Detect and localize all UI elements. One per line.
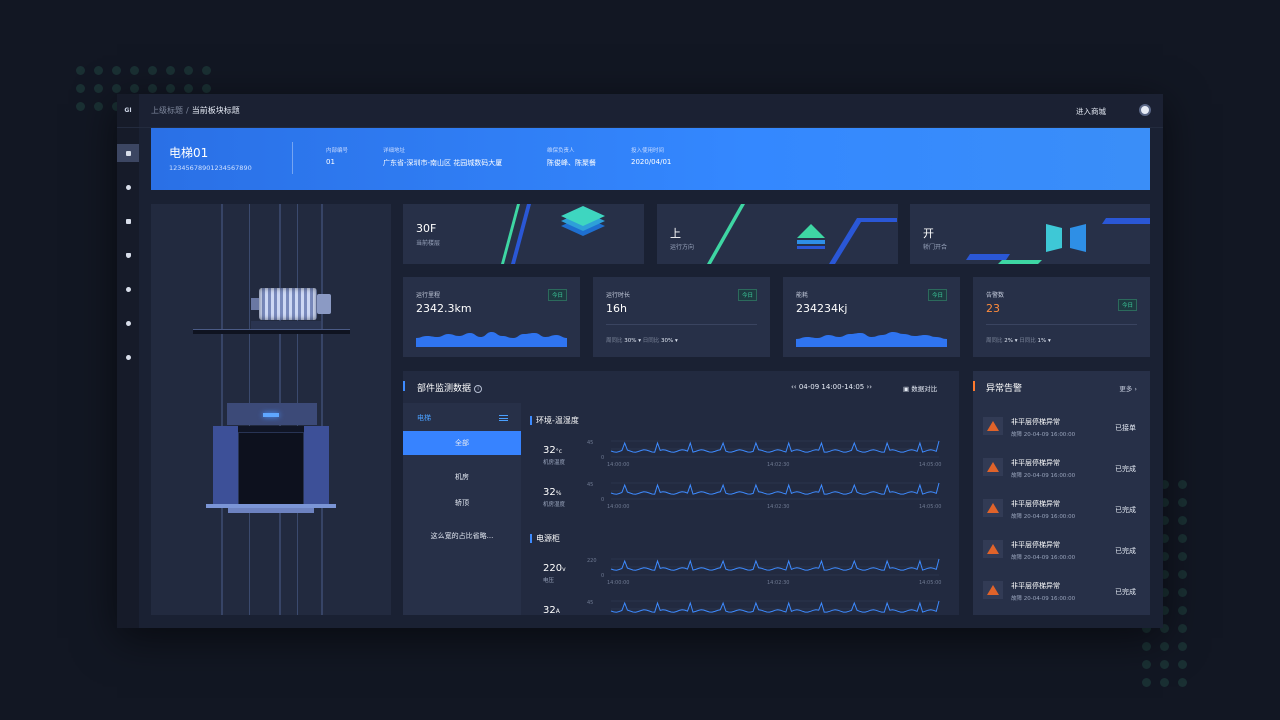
series-line	[610, 558, 940, 571]
nav-dashboard-icon[interactable]	[117, 144, 139, 162]
alarm-item[interactable]: 非平层停梯异常 故障 20-04-09 16:00:00 已完成	[973, 534, 1150, 575]
metric-voltage: 220v 电压	[543, 563, 566, 584]
metric-temperature: 32°c 机房温度	[543, 445, 566, 466]
field-maintainer: 维保负责人 陈俊峰、陈聚餐	[547, 148, 596, 167]
breadcrumb-parent[interactable]: 上级标题	[151, 106, 183, 115]
field-address: 详细地址 广东省-深圳市-南山区 花园城数码大厦	[383, 148, 503, 167]
humidity-line-chart: 45 014:00:00 14:02:30 14:05:00	[587, 482, 941, 510]
x-tick-label: 14:02:30	[767, 580, 789, 586]
warning-icon	[987, 421, 999, 431]
field-start-date: 投入使用时间 2020/04/01	[631, 148, 672, 166]
data-compare-button[interactable]: ▣ 数据对比	[903, 383, 937, 393]
nav-settings-icon[interactable]	[117, 348, 139, 366]
x-tick-label: 14:02:30	[767, 462, 789, 468]
temperature-line-chart: 45 014:00:00 14:02:30 14:05:00	[587, 440, 941, 468]
mileage-wave	[416, 332, 567, 347]
nav-user-icon[interactable]	[117, 280, 139, 298]
sidebar-item-machine-room[interactable]: 机房	[403, 472, 521, 482]
door-card: 开 轿门开合	[910, 204, 1150, 264]
breadcrumb-current: 当前板块标题	[191, 106, 240, 115]
mileage-card: 运行里程 2342.3km 今日	[403, 277, 580, 357]
direction-up-icon	[707, 204, 897, 264]
x-tick-label: 14:00:00	[607, 580, 629, 586]
current-line-chart: 450	[587, 600, 940, 613]
alarm-count-card: 告警数 23 今日 周同比 2% ▾ 日同比 1% ▾	[973, 277, 1150, 357]
y-tick-label: 45	[587, 482, 593, 488]
time-range-picker[interactable]: ‹‹ 04-09 14:00-14:05 ››	[791, 383, 872, 391]
elevator-serial: 12345678901234567890	[169, 164, 252, 172]
series-line	[610, 440, 940, 453]
alarm-item[interactable]: 非平层停梯异常 故障 20-04-09 16:00:00 已完成	[973, 493, 1150, 534]
alarm-panel-title: 异常告警	[986, 384, 1023, 394]
sidebar-item-overflow[interactable]: 这么宽的占比省略...	[403, 531, 521, 541]
x-tick-label: 14:05:00	[919, 504, 941, 510]
y-tick-label: 45	[587, 440, 593, 446]
warning-icon	[987, 585, 999, 595]
nav-document-icon[interactable]	[117, 212, 139, 230]
enter-mall-link[interactable]: 进入商城	[1076, 106, 1106, 117]
alarm-status: 已完成	[1115, 465, 1136, 473]
left-rail: GI	[117, 94, 139, 628]
x-tick-label: 14:02:30	[767, 504, 789, 510]
alarm-item[interactable]: 非平层停梯异常 故障 20-04-09 16:00:00 已完成	[973, 575, 1150, 615]
alarm-status: 已接单	[1115, 424, 1136, 432]
y-tick-label: 0	[601, 455, 604, 461]
metric-current: 32A	[543, 605, 560, 615]
nav-search-icon[interactable]	[117, 178, 139, 196]
x-tick-label: 14:00:00	[607, 504, 629, 510]
nav-shield-icon[interactable]	[117, 246, 139, 264]
door-open-icon	[966, 218, 1150, 264]
traction-motor-icon	[259, 288, 317, 320]
y-tick-label: 45	[587, 600, 593, 606]
avatar[interactable]	[1139, 104, 1151, 116]
abnormal-alarm-panel: 异常告警 更多 › 非平层停梯异常 故障 20-04-09 16:00:00 已接单…	[973, 371, 1150, 615]
y-tick-label: 220	[587, 558, 597, 564]
more-link[interactable]: 更多 ›	[1119, 383, 1137, 393]
section-title: 环境-温湿度	[530, 416, 579, 425]
floor-card: 30F 当前楼层	[403, 204, 644, 264]
x-tick-label: 14:05:00	[919, 580, 941, 586]
breadcrumb: 上级标题 / 当前板块标题	[151, 106, 240, 115]
monitor-title: 部件监测数据 i	[417, 381, 483, 394]
x-tick-label: 14:05:00	[919, 462, 941, 468]
component-sidebar: 电梯 全部 机房 轿顶 这么宽的占比省略...	[403, 403, 521, 615]
series-line	[610, 600, 940, 613]
x-tick-label: 14:00:00	[607, 462, 629, 468]
series-line	[610, 482, 940, 495]
nav-chart-icon[interactable]	[117, 314, 139, 332]
y-tick-label: 0	[601, 497, 604, 503]
alarm-item[interactable]: 非平层停梯异常 故障 20-04-09 16:00:00 已接单	[973, 411, 1150, 452]
alarm-item[interactable]: 非平层停梯异常 故障 20-04-09 16:00:00 已完成	[973, 452, 1150, 493]
dashboard-window: GI 上级标题 / 当前板块标题 进入商城 电梯01 123456789012345…	[117, 94, 1163, 628]
runtime-card: 运行时长 16h 今日 周同比 30% ▾ 日同比 30% ▾	[593, 277, 770, 357]
energy-card: 能耗 234234kj 今日	[783, 277, 960, 357]
direction-card: 上 运行方向	[657, 204, 898, 264]
floor-layers-icon	[501, 204, 605, 264]
metric-humidity: 32% 机房湿度	[543, 487, 566, 508]
alarm-status: 已完成	[1115, 547, 1136, 555]
info-icon[interactable]: i	[474, 385, 483, 393]
y-tick-label: 0	[601, 573, 604, 579]
sidebar-item-car-top[interactable]: 轿顶	[403, 498, 521, 508]
menu-icon[interactable]	[499, 415, 508, 421]
section-title: 电源柜	[530, 534, 560, 543]
sidebar-item-all[interactable]: 全部	[403, 431, 521, 455]
wave-area	[416, 332, 567, 347]
app-logo[interactable]: GI	[117, 94, 139, 128]
elevator-name: 电梯01	[169, 146, 209, 160]
divider	[292, 142, 293, 174]
elevator-info-banner: 电梯01 12345678901234567890 内部编号 01 详细地址 广东省…	[151, 128, 1150, 190]
component-monitor-panel: 部件监测数据 i ‹‹ 04-09 14:00-14:05 ›› ▣ 数据对比 电…	[403, 371, 959, 615]
top-bar: 上级标题 / 当前板块标题 进入商城	[139, 94, 1163, 128]
warning-icon	[987, 544, 999, 554]
warning-icon	[987, 462, 999, 472]
alarm-status: 已完成	[1115, 506, 1136, 514]
energy-wave	[796, 332, 947, 347]
alarm-status: 已完成	[1115, 588, 1136, 596]
wave-area	[796, 332, 947, 347]
voltage-line-chart: 220 014:00:00 14:02:30 14:05:00	[587, 558, 941, 586]
warning-icon	[987, 503, 999, 513]
field-internal-id: 内部编号 01	[326, 148, 349, 166]
elevator-shaft-illustration	[151, 204, 391, 615]
